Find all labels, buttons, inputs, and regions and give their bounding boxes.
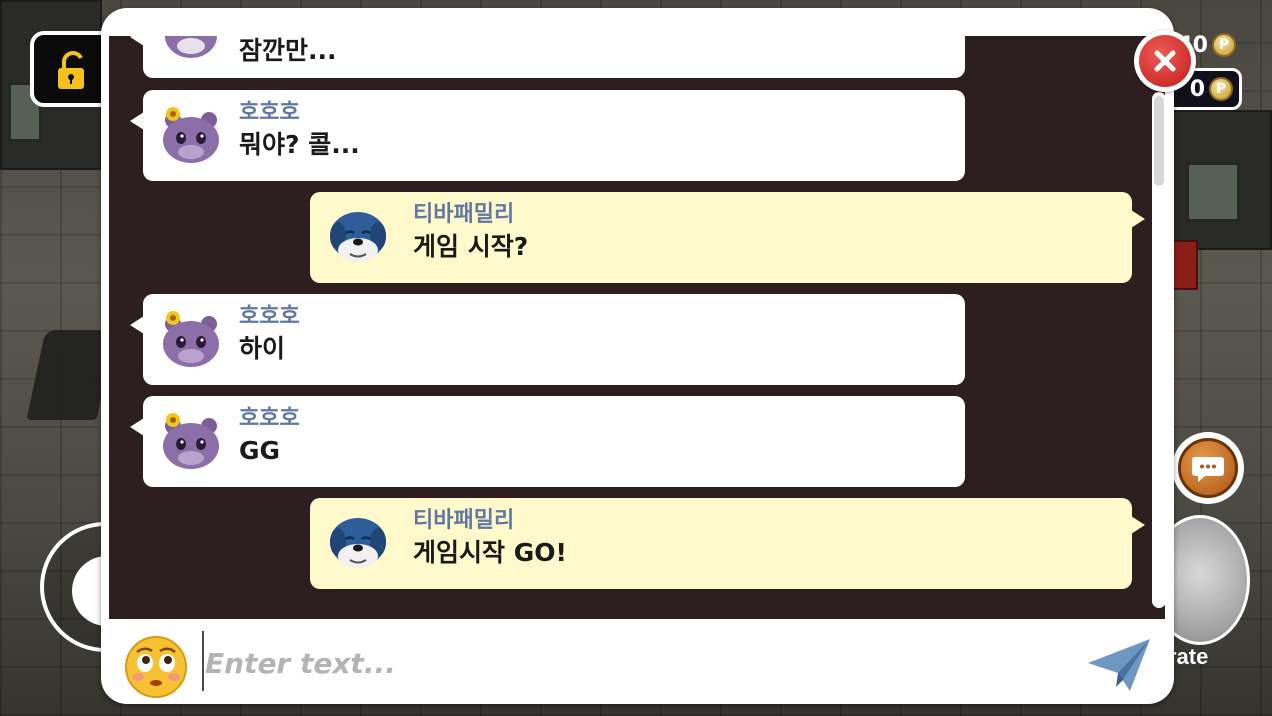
message-content: 잠깐만... xyxy=(239,36,337,68)
sender-name: 티바패밀리 xyxy=(413,508,515,533)
chat-scrollbar[interactable] xyxy=(1152,92,1165,608)
scrollbar-thumb[interactable] xyxy=(1154,96,1164,186)
message-content: 티바패밀리 게임 시작? xyxy=(413,202,528,264)
chat-toggle-button[interactable] xyxy=(1172,432,1244,504)
speech-bubble-glyph-icon xyxy=(1192,457,1224,482)
background-window xyxy=(1186,162,1240,222)
background-banner xyxy=(1172,240,1198,290)
message-text: 뭐야? 콜... xyxy=(239,130,360,159)
input-divider xyxy=(202,631,204,691)
chat-message-list[interactable]: 잠깐만... 호호호 뭐야? 콜... 티바패밀리 게임 시작? 호호호 하이 … xyxy=(109,36,1165,619)
coin-bottom-value: 0 xyxy=(1189,76,1205,102)
chat-text-input[interactable] xyxy=(205,633,1065,693)
message-text: 게임시작 GO! xyxy=(413,538,567,567)
speech-bubble-icon xyxy=(1178,438,1238,498)
chat-message: 호호호 GG xyxy=(130,396,965,487)
message-content: 호호호 뭐야? 콜... xyxy=(239,100,360,162)
x-glyph-icon xyxy=(1154,50,1176,72)
close-icon xyxy=(1139,35,1191,87)
sender-name: 호호호 xyxy=(239,406,300,431)
unlocked-padlock-icon xyxy=(58,51,84,89)
emoji-picker-button[interactable] xyxy=(123,635,189,699)
message-text: 하이 xyxy=(239,334,286,363)
chat-input-bar xyxy=(101,619,1174,704)
blue-dog-avatar-icon xyxy=(330,518,386,568)
sender-name: 티바패밀리 xyxy=(413,202,515,227)
chat-message-self: 티바패밀리 게임시작 GO! xyxy=(310,498,1145,589)
chat-message-self: 티바패밀리 게임 시작? xyxy=(310,192,1145,283)
purple-hamster-avatar-icon xyxy=(163,413,219,469)
purple-hamster-avatar-icon xyxy=(163,107,219,163)
purple-hamster-avatar-icon xyxy=(165,36,217,58)
message-content: 티바패밀리 게임시작 GO! xyxy=(413,508,567,570)
chat-message: 잠깐만... xyxy=(130,36,965,78)
chat-message: 호호호 하이 xyxy=(130,294,965,385)
message-text: 잠깐만... xyxy=(239,36,337,65)
message-text: GG xyxy=(239,436,281,465)
sender-name: 호호호 xyxy=(239,304,300,329)
sender-name: 호호호 xyxy=(239,100,300,125)
message-text: 게임 시작? xyxy=(413,232,529,261)
background-building xyxy=(1170,110,1272,250)
blue-dog-avatar-icon xyxy=(330,212,386,262)
rate-label: rate xyxy=(1167,643,1209,670)
purple-hamster-avatar-icon xyxy=(163,311,219,367)
message-content: 호호호 하이 xyxy=(239,304,300,366)
p-coin-icon: P xyxy=(1209,77,1233,101)
chat-message: 호호호 뭐야? 콜... xyxy=(130,90,965,181)
close-button[interactable] xyxy=(1134,30,1196,92)
p-coin-icon: P xyxy=(1212,33,1236,57)
send-button[interactable] xyxy=(1086,637,1152,693)
message-content: 호호호 GG xyxy=(239,406,300,468)
chat-dialog: 잠깐만... 호호호 뭐야? 콜... 티바패밀리 게임 시작? 호호호 하이 … xyxy=(101,8,1196,704)
